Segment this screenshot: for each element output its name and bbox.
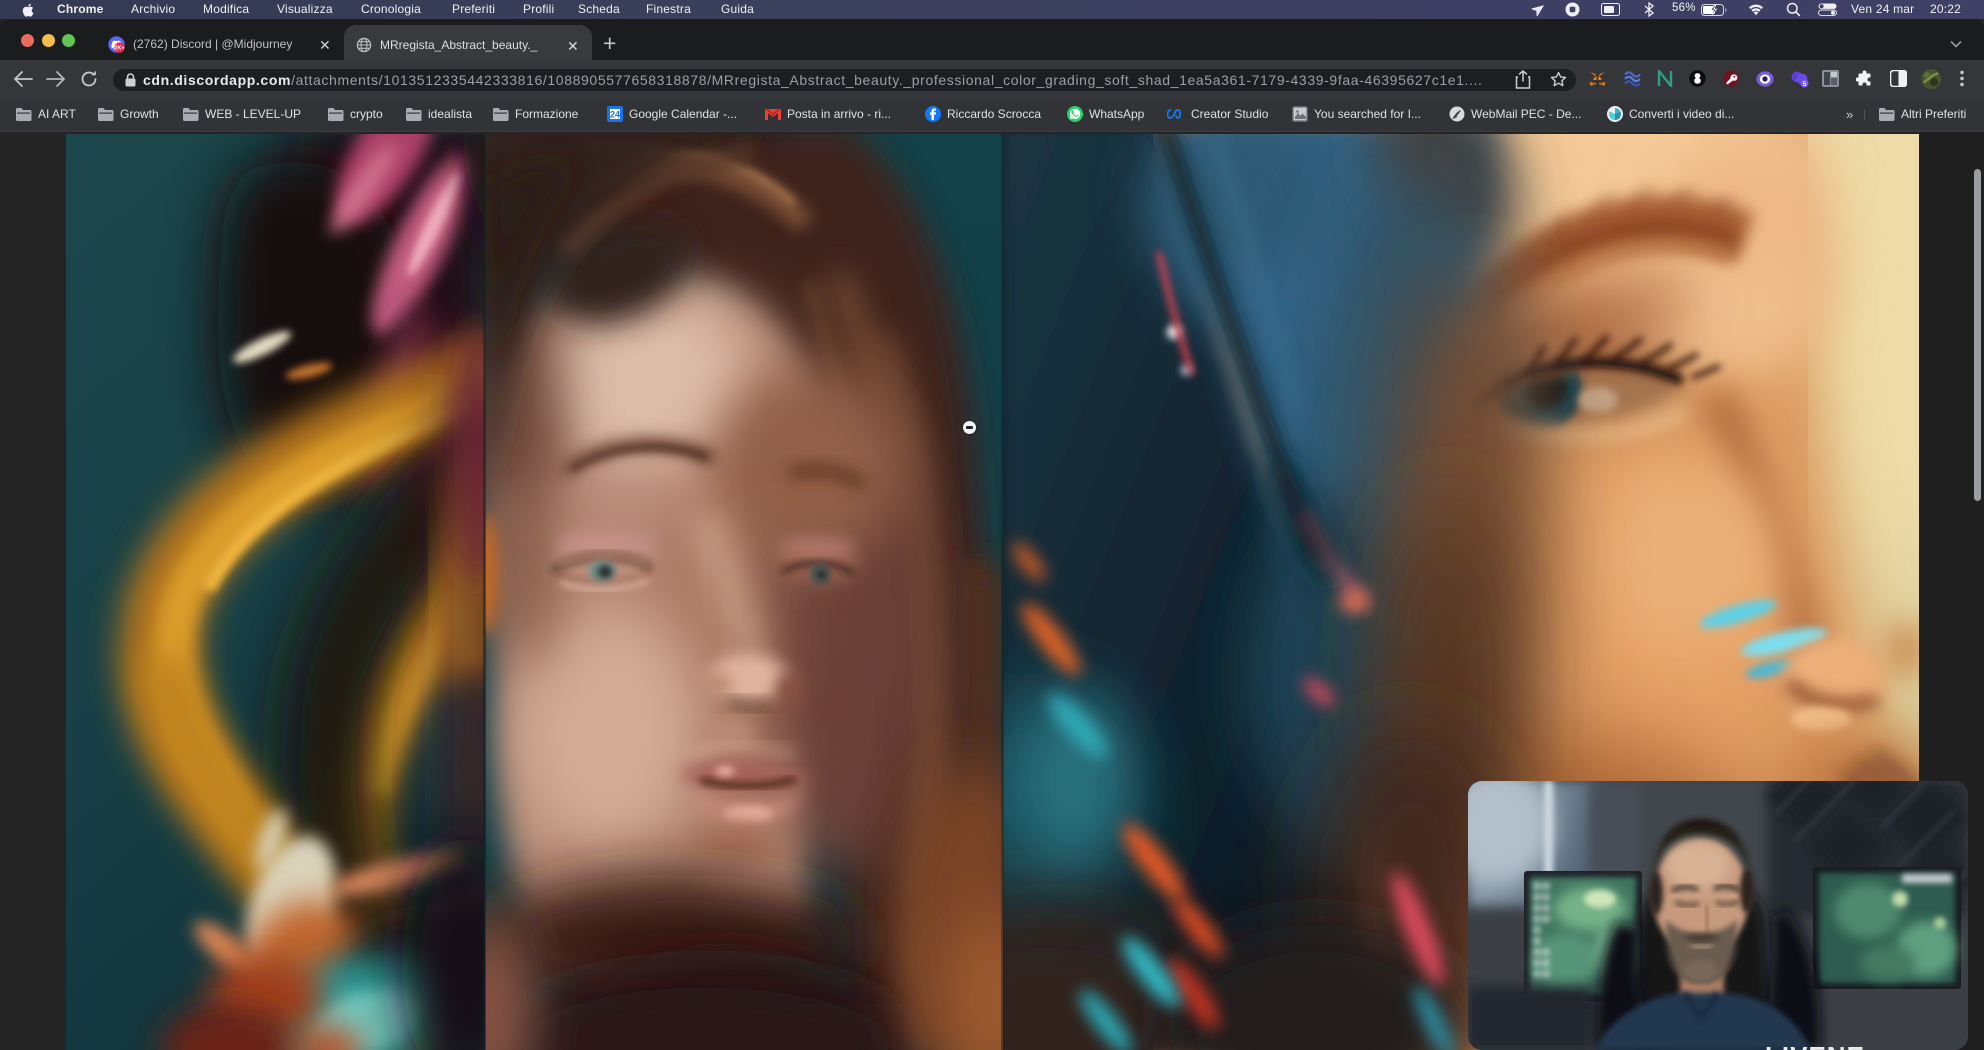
svg-text:LIVENE: LIVENE <box>1765 1041 1865 1050</box>
svg-text:2K+: 2K+ <box>114 46 125 52</box>
svg-text:5: 5 <box>1803 81 1807 88</box>
svg-text:24: 24 <box>610 110 620 120</box>
